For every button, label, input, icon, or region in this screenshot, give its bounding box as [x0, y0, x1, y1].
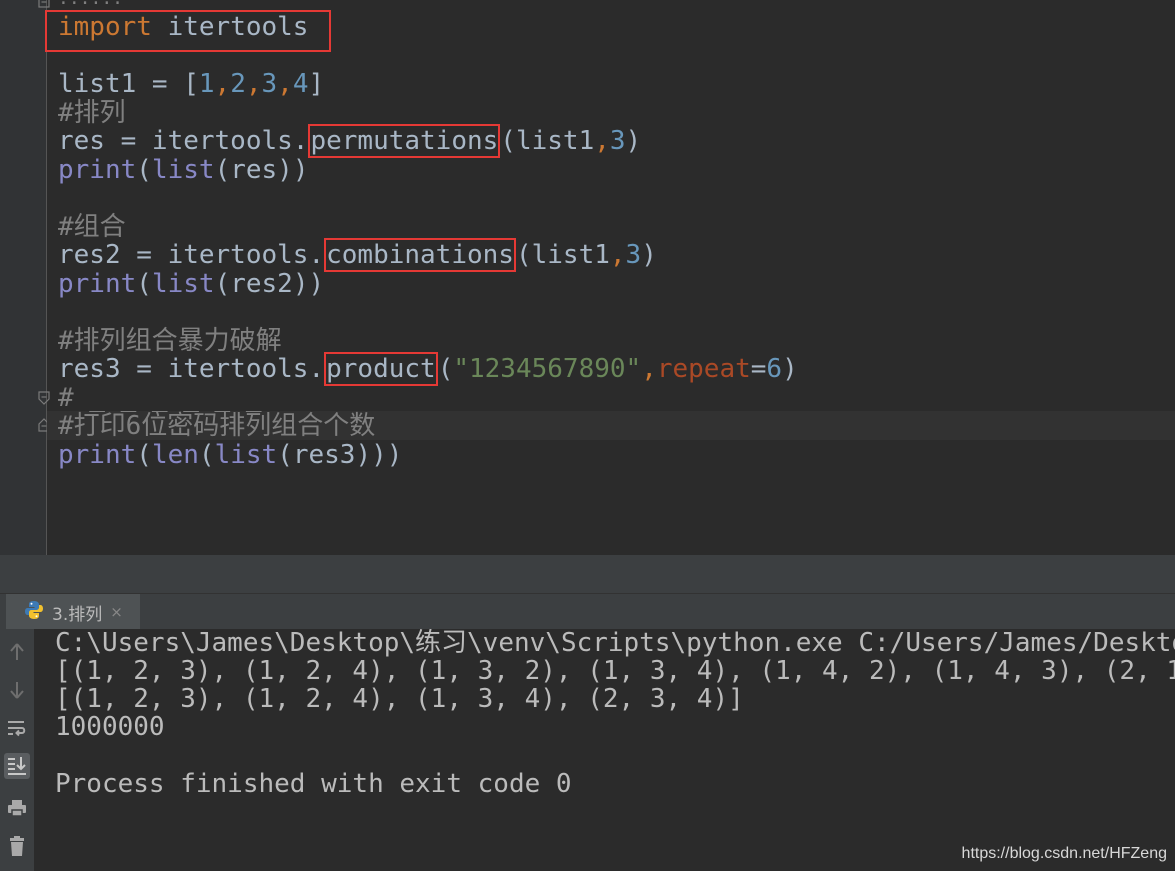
comma: ,	[641, 354, 657, 384]
scroll-to-end-icon[interactable]	[4, 753, 30, 779]
number-literal: 1	[198, 69, 215, 99]
number-literal: 3	[609, 126, 626, 156]
code-text: =	[750, 354, 767, 384]
code-line-list1[interactable]: list1 = [1,2,3,4]	[58, 70, 324, 99]
code-text: )	[625, 126, 642, 156]
builtin-len: len	[151, 440, 199, 470]
run-tab-bar: 3.排列 ×	[0, 593, 1175, 630]
close-icon[interactable]: ×	[110, 603, 123, 621]
code-comment-combination[interactable]: #组合	[58, 213, 126, 242]
code-line-res3[interactable]: res3 = itertools.product("1234567890",re…	[58, 352, 798, 386]
comment-text: # _ _ _ _ _ _	[58, 383, 262, 413]
code-line-print-res2[interactable]: print(list(res2))	[58, 270, 324, 299]
builtin-print: print	[58, 155, 137, 185]
code-line-res2[interactable]: res2 = itertools.combinations(list1,3)	[58, 238, 657, 272]
code-text: )	[782, 354, 798, 384]
code-text: (	[136, 440, 152, 470]
folded-imports: ......	[58, 0, 123, 9]
code-text: ]	[308, 69, 325, 99]
number-literal: 3	[261, 69, 278, 99]
fold-marker-icon[interactable]	[38, 391, 50, 405]
arrow-down-icon[interactable]	[4, 677, 30, 703]
code-text: (	[136, 269, 152, 299]
console-output[interactable]: C:\Users\James\Desktop\练习\venv\Scripts\p…	[35, 629, 1175, 871]
code-text: list1 = [	[58, 69, 199, 99]
editor-gutter	[0, 0, 47, 555]
code-line-print-len[interactable]: print(len(list(res3)))	[58, 441, 402, 470]
code-text: )	[641, 240, 657, 270]
number-literal: 6	[766, 354, 783, 384]
code-comment-permutation[interactable]: #排列	[58, 99, 126, 128]
code-line-res[interactable]: res = itertools.permutations(list1,3)	[58, 124, 642, 158]
run-tab[interactable]: 3.排列 ×	[6, 594, 140, 630]
comment-text: #组合	[58, 212, 126, 242]
number-literal: 4	[292, 69, 309, 99]
watermark: https://blog.csdn.net/HFZeng	[961, 845, 1167, 862]
trash-icon[interactable]	[4, 833, 30, 859]
console-line-combinations: [(1, 2, 3), (1, 2, 4), (1, 3, 4), (2, 3,…	[55, 684, 744, 714]
console-line-permutations: [(1, 2, 3), (1, 2, 4), (1, 3, 2), (1, 3,…	[55, 656, 1175, 686]
code-text: res = itertools.	[58, 126, 309, 156]
highlight-box-product: product	[324, 352, 438, 386]
highlight-box-combinations: combinations	[324, 238, 516, 272]
code-text: (	[437, 354, 454, 384]
number-literal: 3	[625, 240, 642, 270]
run-tab-label: 3.排列	[52, 604, 103, 625]
comma: ,	[594, 126, 610, 156]
comma: ,	[609, 240, 626, 270]
code-text: (res2))	[214, 269, 325, 299]
comma: ,	[277, 69, 293, 99]
python-icon	[24, 600, 44, 625]
builtin-list: list	[151, 155, 215, 185]
fold-marker-icon[interactable]	[38, 0, 50, 8]
run-toolbar	[0, 629, 35, 871]
highlight-box-permutations: permutations	[308, 124, 501, 158]
panel-divider	[0, 555, 1175, 593]
code-comment-blanks[interactable]: # _ _ _ _ _ _	[58, 384, 262, 413]
code-text: (	[198, 440, 215, 470]
code-text: res2 = itertools.	[58, 240, 325, 270]
string-literal: "1234567890"	[453, 354, 642, 384]
number-literal: 2	[230, 69, 246, 99]
code-editor[interactable]: ...... import itertools list1 = [1,2,3,4…	[0, 0, 1175, 555]
code-text: (res3)))	[277, 440, 403, 470]
comment-text: #打印6位密码排列组合个数	[58, 411, 376, 441]
module-name: itertools	[151, 12, 309, 42]
arrow-up-icon[interactable]	[4, 639, 30, 665]
comma: ,	[214, 69, 231, 99]
code-text: (list1	[515, 240, 610, 270]
console-line-count: 1000000	[55, 712, 165, 742]
code-text: res3 = itertools.	[58, 354, 325, 384]
code-text: (res))	[214, 155, 309, 185]
builtin-list: list	[214, 440, 278, 470]
code-line-import[interactable]: import itertools	[58, 13, 308, 42]
code-text: (list1	[500, 126, 595, 156]
console-line-exit: Process finished with exit code 0	[55, 769, 572, 799]
builtin-print: print	[58, 269, 137, 299]
code-comment-count[interactable]: #打印6位密码排列组合个数	[58, 412, 375, 441]
builtin-print: print	[58, 440, 137, 470]
keyword-argument: repeat	[656, 354, 751, 384]
comment-text: #排列组合暴力破解	[58, 326, 282, 356]
console-line-command: C:\Users\James\Desktop\练习\venv\Scripts\p…	[55, 629, 1175, 658]
code-comment-brute-force[interactable]: #排列组合暴力破解	[58, 327, 282, 356]
code-line-print-res[interactable]: print(list(res))	[58, 156, 308, 185]
soft-wrap-icon[interactable]	[4, 715, 30, 741]
builtin-list: list	[151, 269, 215, 299]
code-text: (	[136, 155, 152, 185]
print-icon[interactable]	[4, 795, 30, 821]
keyword-import: import	[58, 12, 152, 42]
comma: ,	[245, 69, 262, 99]
comment-text: #排列	[58, 98, 126, 128]
